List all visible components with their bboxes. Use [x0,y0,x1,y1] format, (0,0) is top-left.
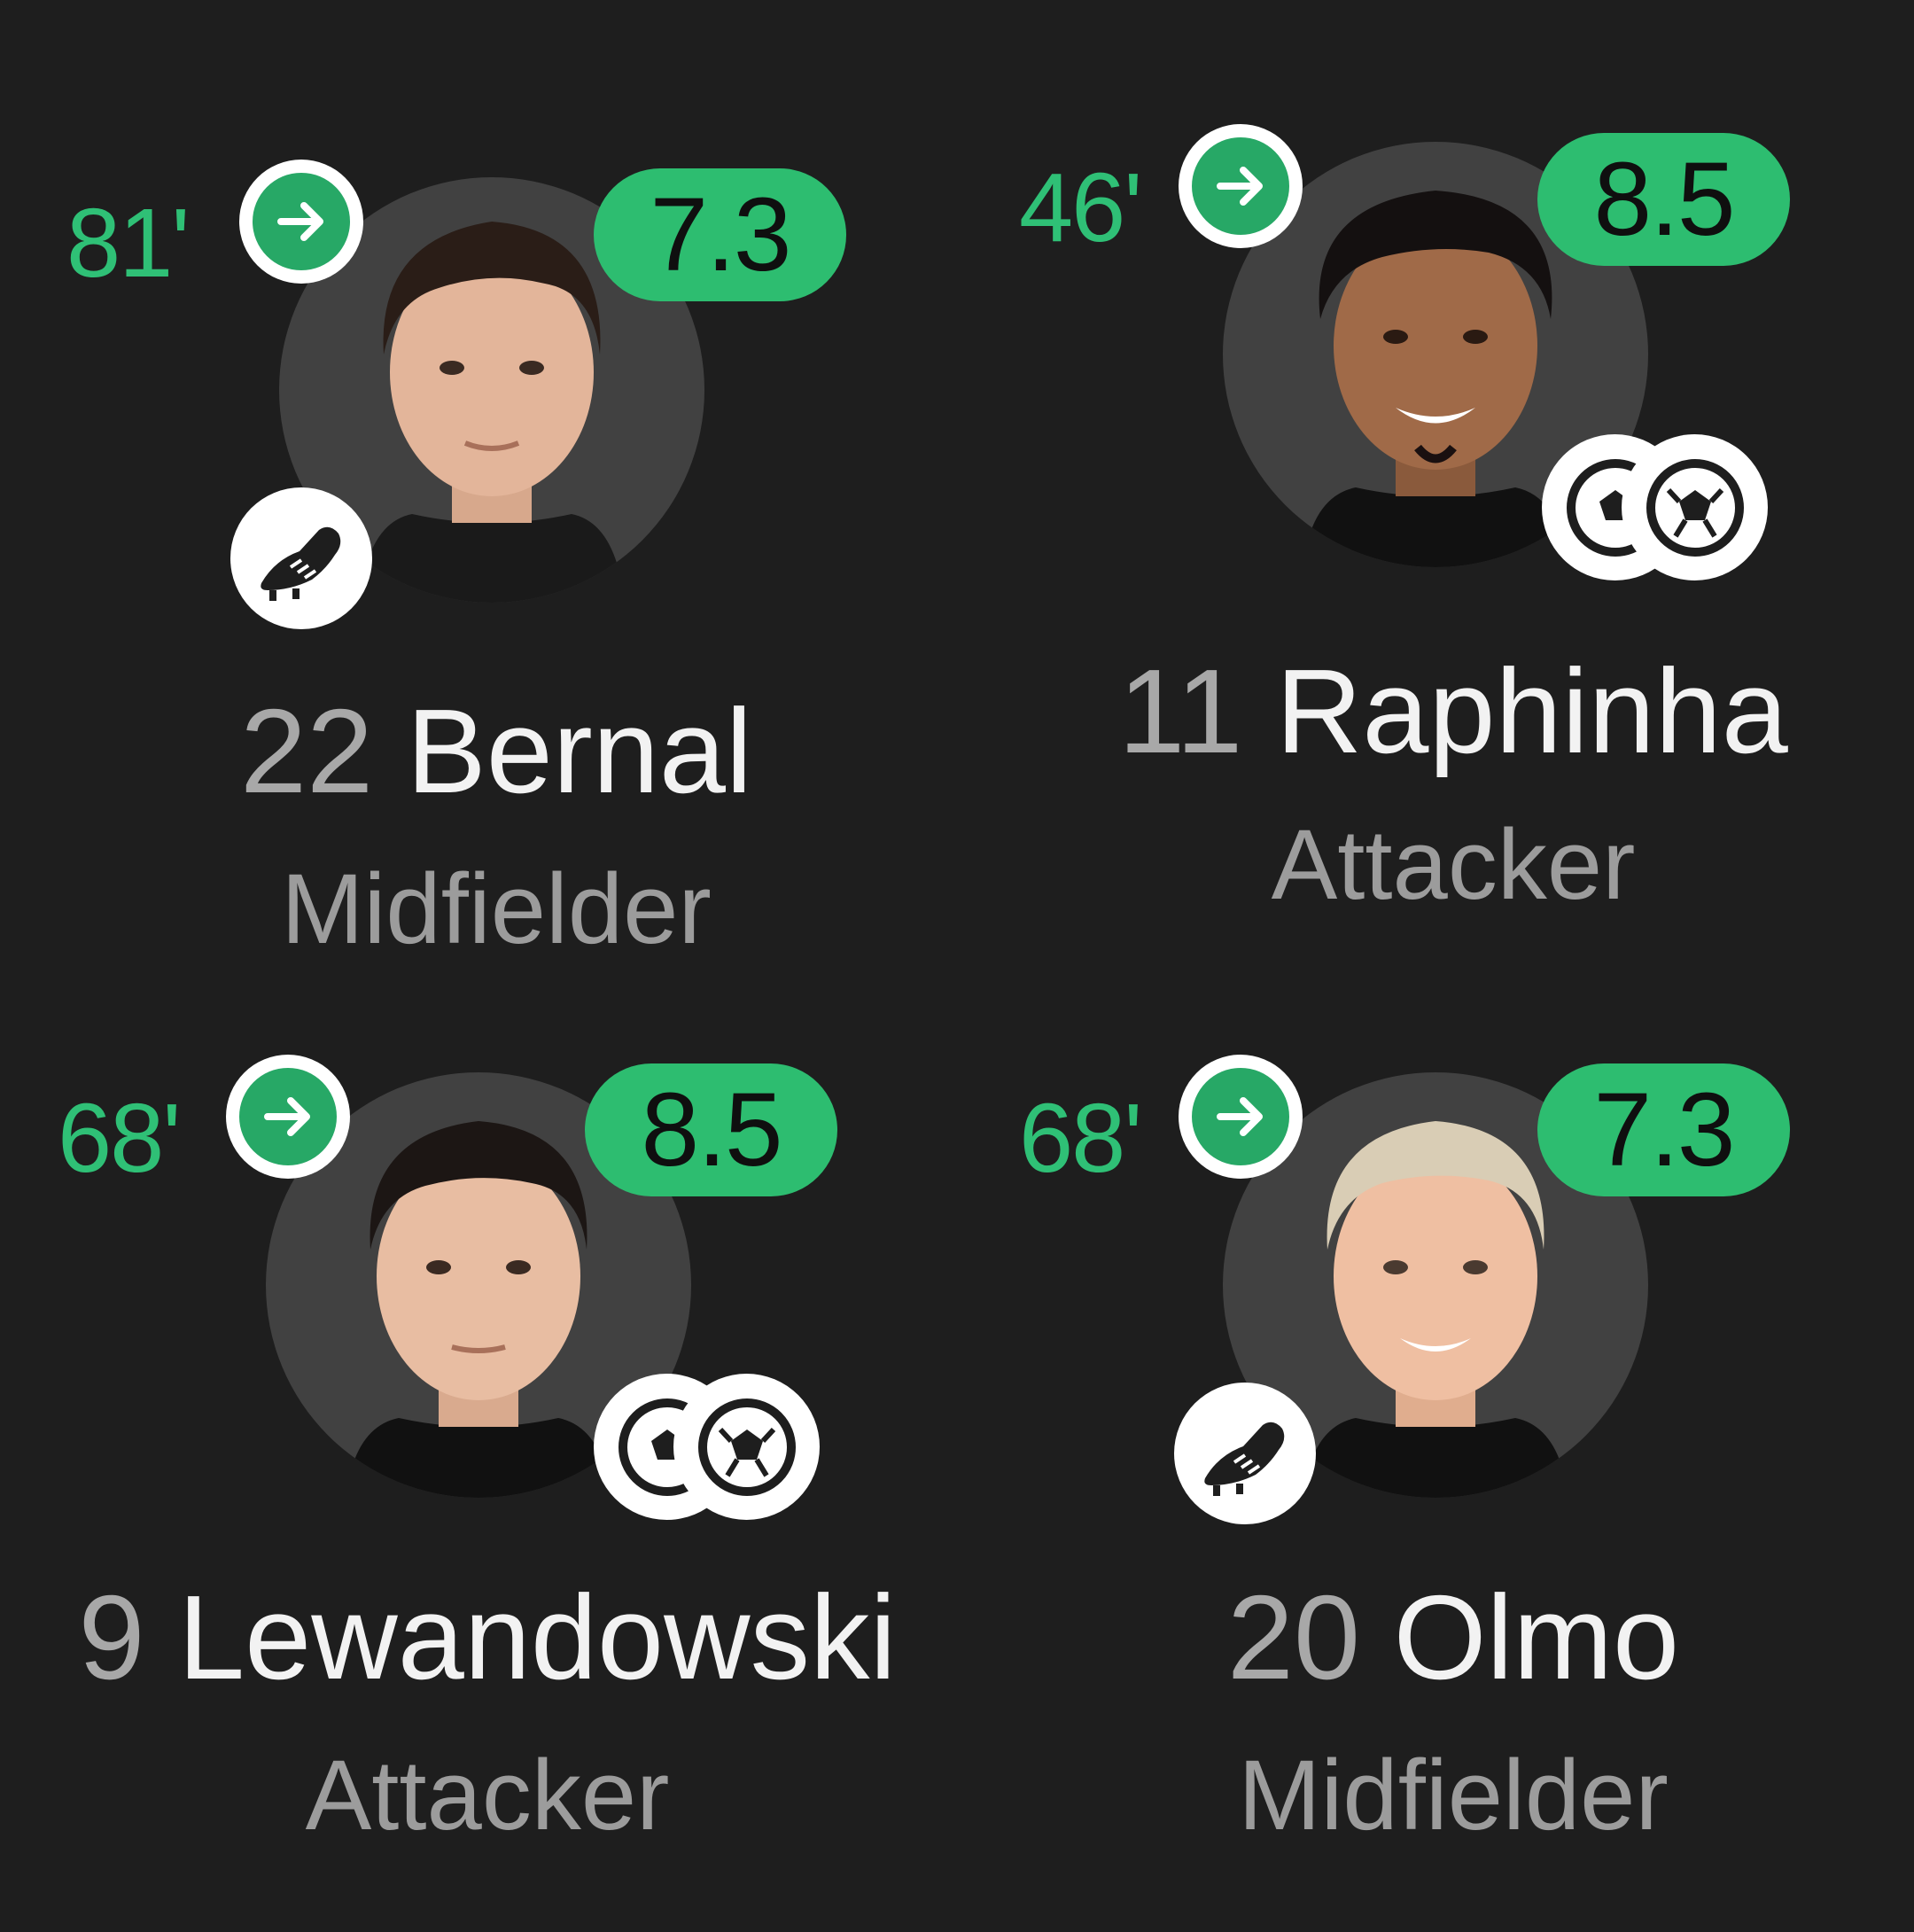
shirt-number: 9 [78,1570,145,1704]
player-name: 22 Bernal [53,691,939,811]
surname: Lewandowski [178,1570,897,1704]
substitution-arrow-icon [1179,1055,1303,1179]
player-name: 11 Raphinha [1010,651,1896,771]
substitution-minute: 68' [58,1084,181,1193]
player-position: Midfielder [281,853,712,964]
substitution-minute: 81' [66,189,190,298]
substitution-arrow-icon [226,1055,350,1179]
player-name: 9 Lewandowski [44,1578,930,1697]
player-position: Attacker [305,1740,670,1850]
shirt-number: 20 [1226,1570,1361,1704]
substitution-arrow-icon [1179,124,1303,248]
shirt-number: 22 [240,684,374,818]
player-card[interactable]: 68' 7.3 20 Olmo Midfielder [1010,1046,1896,1932]
rating-badge: 7.3 [594,168,846,301]
surname: Raphinha [1275,644,1788,778]
player-position: Attacker [1271,809,1636,920]
player-card[interactable]: 81' 7.3 22 Bernal Midfielder [53,151,939,1037]
rating-badge: 8.5 [1537,133,1790,266]
football-icon [673,1374,820,1520]
surname: Olmo [1393,1570,1680,1704]
boot-icon [1174,1383,1316,1524]
substitution-arrow-icon [239,160,363,284]
player-card[interactable]: 46' 8.5 11 Raphinha Attacker [1010,115,1896,1001]
two-goals-icon [594,1374,824,1524]
substitution-minute: 68' [1019,1084,1142,1193]
two-goals-icon [1542,434,1772,585]
rating-badge: 7.3 [1537,1063,1790,1196]
surname: Bernal [406,684,752,818]
shirt-number: 11 [1118,644,1243,778]
substitution-minute: 46' [1019,153,1142,262]
player-name: 20 Olmo [1010,1578,1896,1697]
rating-badge: 8.5 [585,1063,837,1196]
boot-icon [230,487,372,629]
player-position: Midfielder [1238,1740,1669,1850]
football-icon [1622,434,1768,580]
player-card[interactable]: 68' 8.5 9 Lewandowski Attacker [44,1046,930,1932]
